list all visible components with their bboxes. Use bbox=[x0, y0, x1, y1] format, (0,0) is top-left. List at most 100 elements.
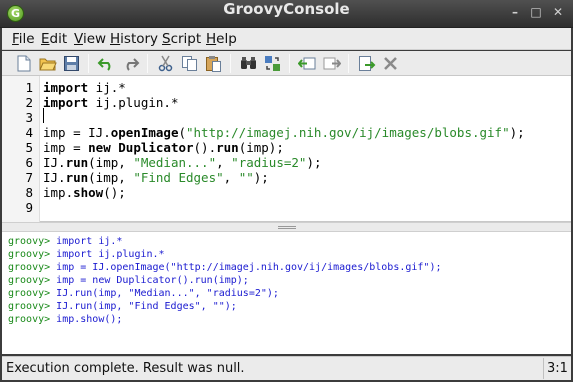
groovy-prompt: groovy> bbox=[8, 301, 57, 312]
code-line: imp = new Duplicator().run(imp); bbox=[43, 140, 284, 155]
menu-edit-label: dit bbox=[49, 31, 68, 47]
code-keyword: run bbox=[65, 155, 89, 170]
line-number: 9 bbox=[25, 200, 33, 215]
save-button[interactable] bbox=[62, 54, 81, 73]
output-line: groovy> IJ.run(imp, "Median...", "radius… bbox=[8, 288, 279, 301]
copy-icon bbox=[182, 56, 197, 71]
output-console[interactable]: groovy> import ij.* groovy> import ij.pl… bbox=[2, 232, 571, 354]
run-script-icon bbox=[359, 56, 376, 71]
code-line: IJ.run(imp, "Find Edges", ""); bbox=[43, 170, 269, 185]
menu-history-mnemonic: H bbox=[110, 31, 121, 47]
code-text: ); bbox=[306, 155, 322, 170]
undo-button[interactable] bbox=[97, 54, 116, 73]
output-line: groovy> IJ.run(imp, "Find Edges", ""); bbox=[8, 301, 237, 314]
code-text: ); bbox=[253, 170, 269, 185]
code-text: ij.plugin.* bbox=[88, 95, 179, 110]
code-text: imp = bbox=[43, 140, 89, 155]
groovy-prompt: groovy> bbox=[8, 288, 57, 299]
line-number: 7 bbox=[25, 170, 33, 185]
line-number: 6 bbox=[25, 155, 33, 170]
status-message: Execution complete. Result was null. bbox=[6, 361, 245, 376]
script-editor[interactable]: 1 2 3 4 5 6 7 8 9 import ij.* import ij.… bbox=[2, 76, 571, 222]
code-text: , bbox=[223, 170, 239, 185]
code-text: (imp, bbox=[88, 155, 134, 170]
output-code: imp.show(); bbox=[56, 314, 123, 325]
output-line: groovy> imp.show(); bbox=[8, 314, 122, 327]
code-keyword: import bbox=[43, 95, 89, 110]
code-text: ( bbox=[178, 125, 186, 140]
code-text: (imp); bbox=[238, 140, 284, 155]
output-line: groovy> import ij.plugin.* bbox=[8, 249, 165, 262]
code-string: "radius=2" bbox=[231, 155, 307, 170]
window-title: GroovyConsole bbox=[223, 0, 350, 18]
toolbar-separator bbox=[348, 54, 349, 73]
menu-view[interactable]: View bbox=[74, 30, 106, 48]
output-code: imp = new Duplicator().run(imp); bbox=[56, 275, 249, 286]
menu-script-label: cript bbox=[170, 31, 202, 47]
code-line: IJ.run(imp, "Median...", "radius=2"); bbox=[43, 155, 322, 170]
next-history-button[interactable] bbox=[322, 54, 341, 73]
split-pane-divider[interactable] bbox=[2, 222, 571, 232]
code-keyword: show bbox=[73, 185, 104, 200]
redo-button[interactable] bbox=[121, 54, 140, 73]
output-code: import ij.plugin.* bbox=[56, 249, 165, 260]
code-string: "" bbox=[238, 170, 254, 185]
close-window-button[interactable]: ✕ bbox=[549, 4, 567, 20]
open-file-button[interactable] bbox=[38, 54, 57, 73]
menu-history[interactable]: History bbox=[110, 30, 158, 48]
previous-history-button[interactable] bbox=[298, 54, 317, 73]
code-text: (). bbox=[193, 140, 217, 155]
paste-button[interactable] bbox=[204, 54, 223, 73]
menu-history-label: istory bbox=[120, 31, 159, 47]
divider-grip-icon[interactable] bbox=[278, 226, 296, 229]
code-text: imp = IJ. bbox=[43, 125, 111, 140]
menu-edit[interactable]: Edit bbox=[41, 30, 67, 48]
menu-bar: File Edit View History Script Help bbox=[2, 28, 571, 50]
toolbar-separator bbox=[289, 54, 290, 73]
find-button[interactable] bbox=[239, 54, 258, 73]
interrupt-button[interactable] bbox=[381, 54, 400, 73]
copy-button[interactable] bbox=[180, 54, 199, 73]
groovy-console-window: G GroovyConsole – □ ✕ File Edit View His… bbox=[0, 0, 573, 382]
run-script-button[interactable] bbox=[357, 54, 376, 73]
toolbar bbox=[2, 51, 571, 76]
line-number: 2 bbox=[25, 95, 33, 110]
output-code: IJ.run(imp, "Find Edges", ""); bbox=[56, 301, 237, 312]
menu-file[interactable]: File bbox=[12, 30, 35, 48]
code-string: "Median..." bbox=[133, 155, 217, 170]
toolbar-separator bbox=[230, 54, 231, 73]
save-icon bbox=[64, 56, 79, 71]
minimize-button[interactable]: – bbox=[506, 4, 524, 20]
code-keyword: new bbox=[88, 140, 111, 155]
output-line: groovy> imp = IJ.openImage("http://image… bbox=[8, 262, 441, 275]
code-keyword: Duplicator bbox=[118, 140, 194, 155]
groovy-prompt: groovy> bbox=[8, 275, 57, 286]
code-line: import ij.* bbox=[43, 80, 126, 95]
code-text: , bbox=[216, 155, 232, 170]
groovy-prompt: groovy> bbox=[8, 249, 57, 260]
code-keyword: openImage bbox=[110, 125, 179, 140]
output-code: IJ.run(imp, "Median...", "radius=2"); bbox=[56, 288, 279, 299]
menu-script[interactable]: Script bbox=[162, 30, 201, 48]
groovy-prompt: groovy> bbox=[8, 262, 57, 273]
menu-help[interactable]: Help bbox=[206, 30, 237, 48]
cut-button[interactable] bbox=[156, 54, 175, 73]
title-bar[interactable]: G GroovyConsole – □ ✕ bbox=[0, 0, 573, 28]
code-line: imp.show(); bbox=[43, 185, 126, 200]
new-file-icon bbox=[17, 55, 31, 72]
code-string: "Find Edges" bbox=[133, 170, 224, 185]
output-line: groovy> import ij.* bbox=[8, 236, 122, 249]
replace-button[interactable] bbox=[263, 54, 282, 73]
code-text: IJ. bbox=[43, 170, 66, 185]
line-number: 1 bbox=[25, 80, 33, 95]
line-number-gutter: 1 2 3 4 5 6 7 8 9 bbox=[2, 76, 40, 222]
maximize-button[interactable]: □ bbox=[527, 4, 545, 20]
code-keyword: run bbox=[216, 140, 239, 155]
line-number: 5 bbox=[25, 140, 33, 155]
toolbar-separator bbox=[147, 54, 148, 73]
menu-help-label: elp bbox=[216, 31, 237, 47]
undo-icon bbox=[97, 58, 111, 71]
next-history-icon bbox=[323, 57, 341, 70]
code-line: imp = IJ.openImage("http://imagej.nih.go… bbox=[43, 125, 525, 140]
new-file-button[interactable] bbox=[14, 54, 33, 73]
